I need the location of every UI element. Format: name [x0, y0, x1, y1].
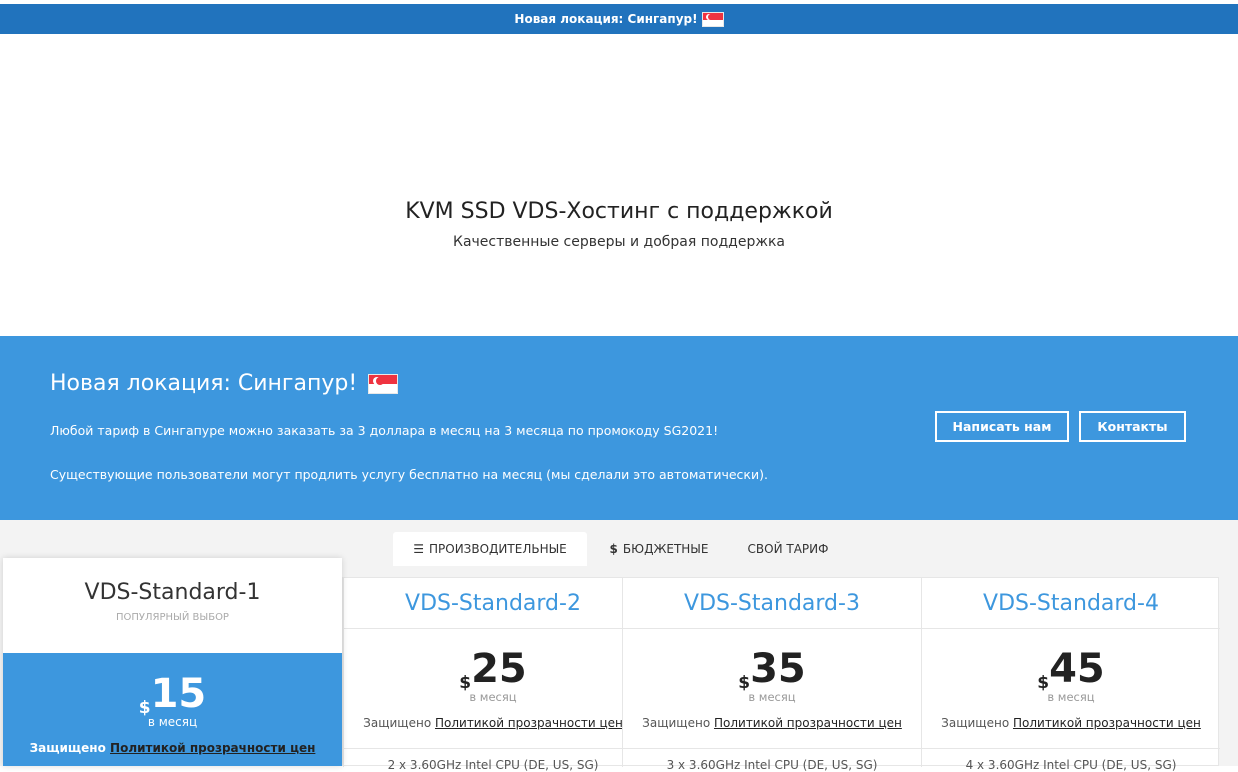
- plan-name: VDS-Standard-1: [84, 580, 261, 605]
- plan-spec: 2 x 3.60GHz Intel CPU (DE, US, SG): [387, 758, 599, 772]
- plan-price: $35: [738, 646, 806, 693]
- plan-price: $15: [138, 671, 207, 718]
- hero-title: KVM SSD VDS-Хостинг с поддержкой: [405, 199, 833, 224]
- singapore-flag-icon: [368, 374, 399, 394]
- contacts-button[interactable]: Контакты: [1079, 411, 1186, 442]
- plan-period: в месяц: [1047, 690, 1095, 704]
- price-policy-link[interactable]: Политикой прозрачности цен: [435, 716, 623, 730]
- plan-spec: 4 x 3.60GHz Intel CPU (DE, US, SG): [965, 758, 1177, 772]
- price-policy-link[interactable]: Политикой прозрачности цен: [1013, 716, 1201, 730]
- plan-name: VDS-Standard-2: [405, 591, 581, 616]
- plan-name: VDS-Standard-3: [684, 591, 860, 616]
- plan-protect: Защищено Политикой прозрачности цен: [363, 716, 623, 730]
- dollar-icon: $: [609, 542, 618, 556]
- promo-text-2: Существующие пользователи могут продлить…: [50, 467, 768, 482]
- plan-protect: Защищено Политикой прозрачности цен: [941, 716, 1201, 730]
- plan-price: $45: [1037, 646, 1105, 693]
- plan-spec: 3 x 3.60GHz Intel CPU (DE, US, SG): [666, 758, 878, 772]
- plan-card-2: VDS-Standard-2 $25 в месяц Защищено Поли…: [343, 578, 642, 772]
- price-policy-link[interactable]: Политикой прозрачности цен: [714, 716, 902, 730]
- promo-title: Новая локация: Сингапур!: [50, 371, 399, 396]
- promo-text-1: Любой тариф в Сингапуре можно заказать з…: [50, 423, 719, 438]
- singapore-flag-icon: [701, 12, 724, 27]
- plan-price-box: $15 в месяц Защищено Политикой прозрачно…: [3, 653, 342, 766]
- plan-card-1: VDS-Standard-1 ПОПУЛЯРНЫЙ ВЫБОР $15 в ме…: [3, 558, 342, 766]
- plan-period: в месяц: [147, 715, 198, 729]
- plan-price: $25: [459, 646, 527, 693]
- promo-banner: Новая локация: Сингапур! Любой тариф в С…: [0, 336, 1238, 520]
- tab-custom[interactable]: СВОЙ ТАРИФ: [734, 532, 842, 566]
- tab-budget[interactable]: $ БЮДЖЕТНЫЕ: [598, 532, 720, 566]
- announcement-text: Новая локация: Сингапур!: [514, 12, 698, 26]
- plan-card-4: VDS-Standard-4 $45 в месяц Защищено Поли…: [921, 578, 1220, 772]
- price-policy-link[interactable]: Политикой прозрачности цен: [110, 741, 315, 755]
- write-us-button[interactable]: Написать нам: [935, 411, 1069, 442]
- plan-protect: Защищено Политикой прозрачности цен: [29, 741, 316, 755]
- hero-subtitle: Качественные серверы и добрая поддержка: [453, 234, 785, 250]
- announcement-bar: Новая локация: Сингапур!: [0, 4, 1238, 34]
- tab-performance[interactable]: ☰ ПРОИЗВОДИТЕЛЬНЫЕ: [393, 532, 587, 566]
- plan-period: в месяц: [748, 690, 796, 704]
- plan-period: в месяц: [469, 690, 517, 704]
- plan-name: VDS-Standard-4: [983, 591, 1159, 616]
- plans-table: VDS-Standard-2 $25 в месяц Защищено Поли…: [342, 577, 1220, 772]
- server-icon: ☰: [413, 542, 424, 556]
- plan-card-3: VDS-Standard-3 $35 в месяц Защищено Поли…: [622, 578, 921, 772]
- popular-badge: ПОПУЛЯРНЫЙ ВЫБОР: [116, 612, 229, 623]
- plan-protect: Защищено Политикой прозрачности цен: [642, 716, 902, 730]
